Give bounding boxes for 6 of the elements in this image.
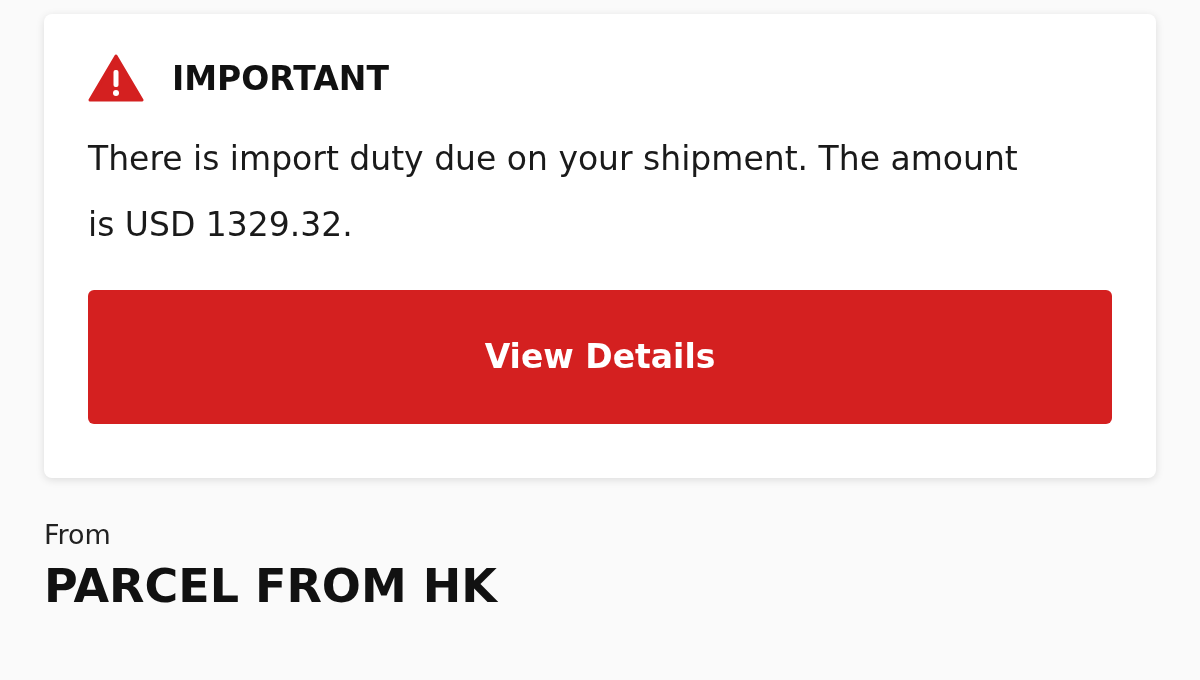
sender-name: PARCEL FROM HK <box>44 557 499 615</box>
notice-message: There is import duty due on your shipment. The amount is USD 1329.32. <box>88 138 1019 246</box>
notice-title: IMPORTANT <box>172 61 389 95</box>
view-details-button[interactable]: View Details <box>88 290 1112 424</box>
from-label: From <box>44 518 112 552</box>
warning-icon <box>88 54 144 102</box>
